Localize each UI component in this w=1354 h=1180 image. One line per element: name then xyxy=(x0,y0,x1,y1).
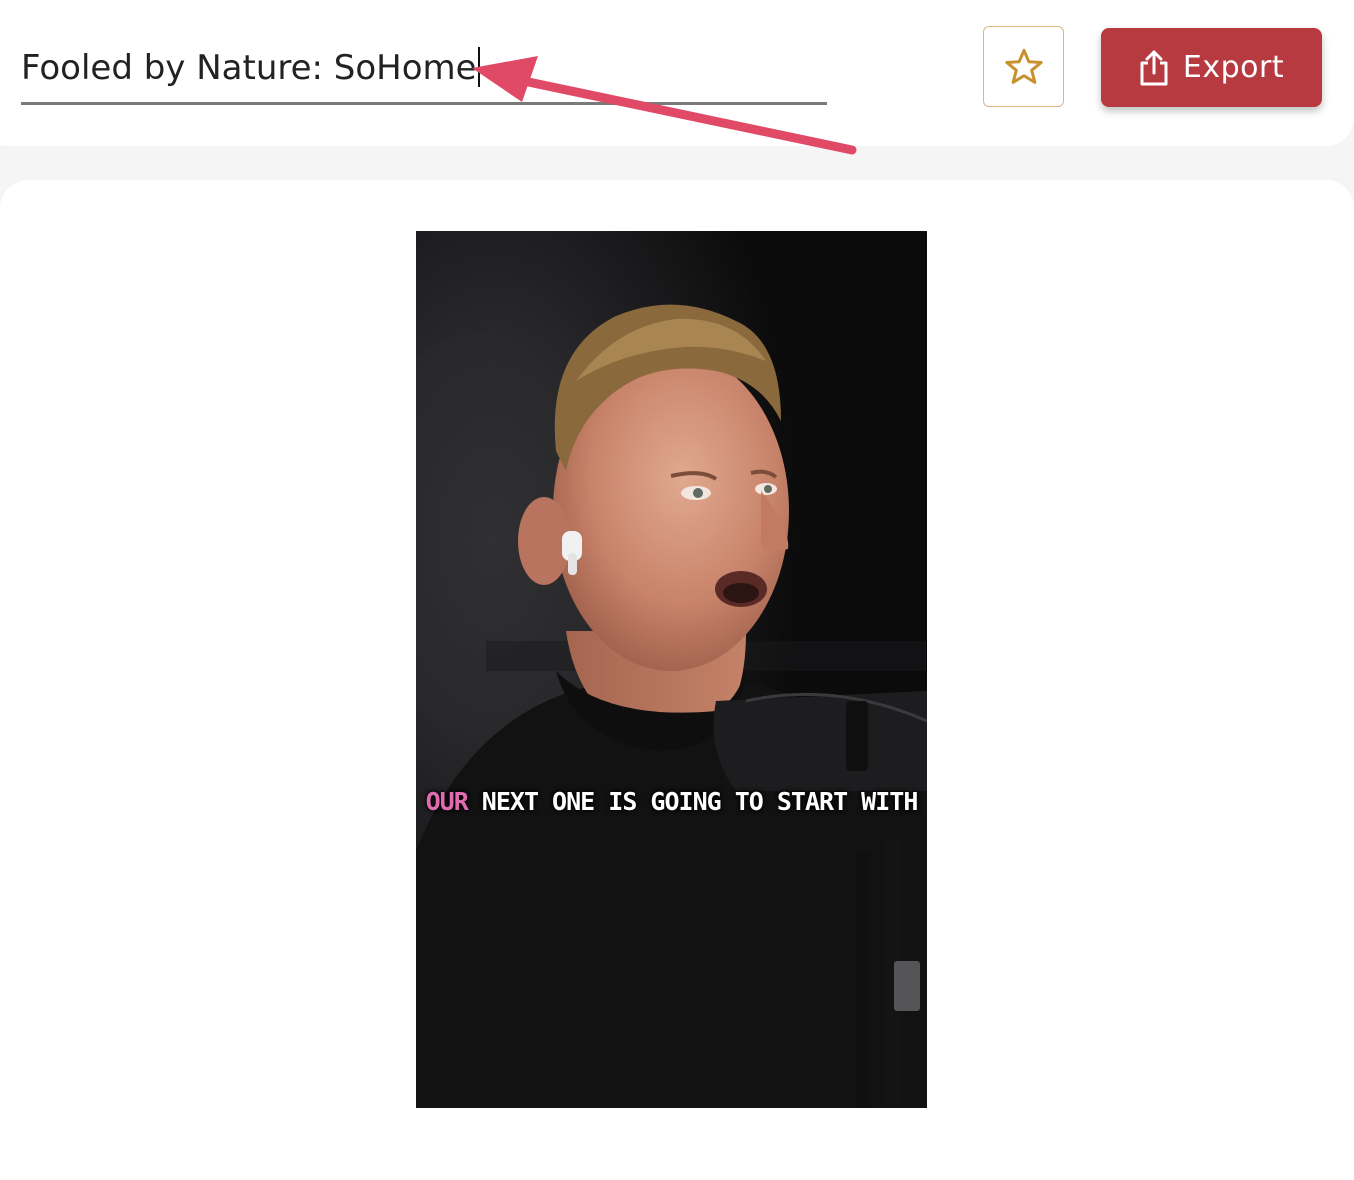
title-text: Fooled by Nature: SoHome xyxy=(21,48,477,88)
title-input[interactable]: Fooled by Nature: SoHome xyxy=(21,40,827,96)
favorite-button[interactable] xyxy=(983,26,1064,107)
video-caption: OUR NEXT ONE IS GOING TO START WITH xyxy=(416,787,927,816)
export-label: Export xyxy=(1182,50,1285,85)
video-frame-person xyxy=(416,231,927,1108)
star-outline-icon xyxy=(1004,48,1043,84)
text-cursor xyxy=(477,46,480,87)
video-preview[interactable]: OUR NEXT ONE IS GOING TO START WITH xyxy=(416,231,927,1108)
caption-highlight-word: OUR xyxy=(425,787,469,816)
share-upload-icon xyxy=(1140,50,1168,85)
export-button[interactable]: Export xyxy=(1101,28,1322,107)
title-field[interactable]: Fooled by Nature: SoHome xyxy=(21,40,827,105)
caption-text: NEXT ONE IS GOING TO START WITH xyxy=(467,787,919,816)
